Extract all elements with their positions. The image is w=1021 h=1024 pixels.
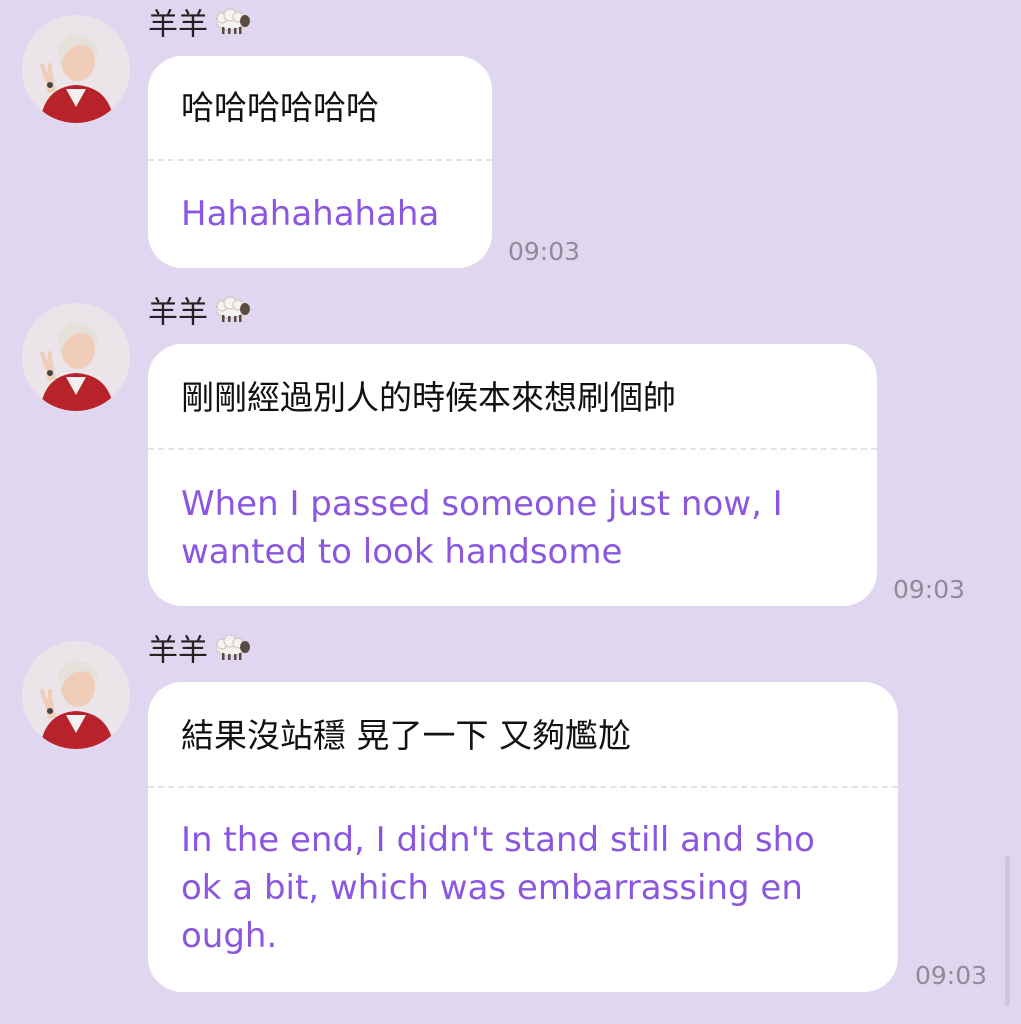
sender-label: 羊羊 [148, 633, 208, 669]
original-text: 剛剛經過別人的時候本來想刷個帥 [181, 378, 676, 417]
divider [148, 786, 898, 788]
message-bubble[interactable]: 哈哈哈哈哈哈 Hahahahahaha [148, 56, 492, 268]
scrollbar[interactable] [1005, 856, 1010, 1006]
translated-text: When I passed someone just now, I wanted… [181, 484, 783, 572]
sheep-icon [212, 294, 252, 334]
timestamp: 09:03 [893, 575, 966, 604]
avatar[interactable] [22, 303, 130, 411]
timestamp: 09:03 [508, 237, 581, 266]
sender-label: 羊羊 [148, 7, 208, 43]
timestamp: 09:03 [915, 961, 988, 990]
message-bubble[interactable]: 剛剛經過別人的時候本來想刷個帥 When I passed someone ju… [148, 344, 877, 606]
avatar[interactable] [22, 641, 130, 749]
sheep-icon [212, 6, 252, 46]
message-bubble[interactable]: 結果沒站穩 晃了一下 又夠尷尬 In the end, I didn't sta… [148, 682, 898, 992]
sender-label: 羊羊 [148, 295, 208, 331]
sender-name: 羊羊 [148, 632, 252, 672]
divider [148, 448, 877, 450]
original-text: 哈哈哈哈哈哈 [181, 88, 379, 127]
translated-text: In the end, I didn't stand still and sho… [181, 820, 815, 956]
divider [148, 159, 492, 161]
translated-text: Hahahahahaha [181, 194, 440, 234]
sender-name: 羊羊 [148, 294, 252, 334]
sender-name: 羊羊 [148, 6, 252, 46]
sheep-icon [212, 632, 252, 672]
original-text: 結果沒站穩 晃了一下 又夠尷尬 [181, 716, 631, 755]
avatar[interactable] [22, 15, 130, 123]
